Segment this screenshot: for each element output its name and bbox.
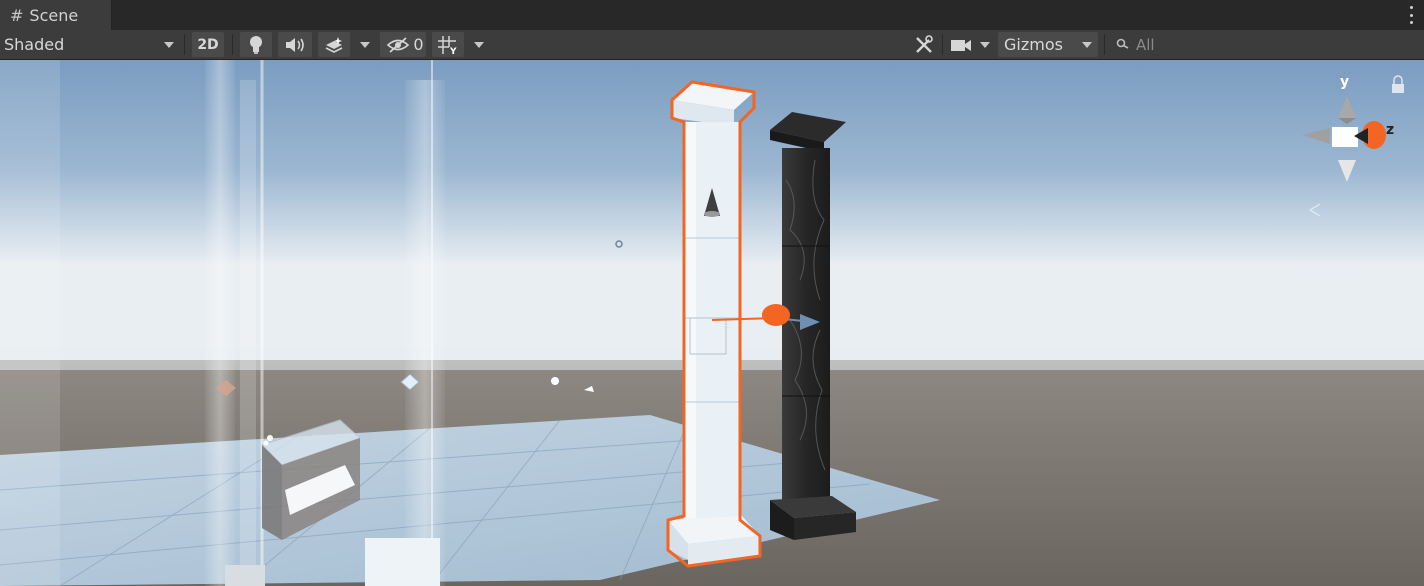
grid-icon: Y [438,35,457,55]
scene-toolbar: Shaded 2D 0 Y Gizmos All [0,30,1424,60]
grid-dropdown[interactable] [470,32,488,57]
camera-icon [951,39,971,51]
svg-text:Y: Y [449,47,457,55]
lightbulb-icon [250,35,262,54]
audio-toggle-button[interactable] [278,32,312,57]
toolbar-divider [942,34,943,55]
tab-scene-label: Scene [29,5,79,25]
more-options-icon[interactable] [1408,6,1414,24]
projection-toggle[interactable]: Persp [1308,262,1349,280]
chevron-down-icon [164,41,174,48]
grid-toggle-button[interactable]: Y [432,32,464,57]
gizmos-label: Gizmos [1004,35,1063,54]
pedestal [365,538,440,586]
tab-bar: # Scene [0,0,1424,31]
tools-toggle-button[interactable] [910,32,938,57]
draw-mode-label: Shaded [4,35,65,54]
toolbar-divider [184,34,185,55]
toolbar-divider [1104,34,1105,55]
toolbar-divider [232,34,233,55]
hidden-objects-button[interactable]: 0 [380,32,426,57]
hidden-eye-icon [387,36,410,53]
chevron-down-icon [980,41,990,48]
search-icon [1116,38,1129,49]
search-field[interactable]: All [1110,32,1410,57]
camera-button[interactable] [948,32,974,57]
gizmos-dropdown[interactable]: Gizmos [998,32,1098,57]
effects-layers-icon [325,36,343,53]
chevron-down-icon [1082,41,1092,48]
hidden-count: 0 [413,35,424,54]
camera-dropdown[interactable] [976,32,994,57]
chevron-down-icon [360,41,370,48]
search-placeholder: All [1136,35,1155,54]
scene-viewport[interactable]: y z Persp [0,60,1424,586]
gizmo-z-label: z [1386,122,1395,138]
chevron-down-icon [474,41,484,48]
effects-dropdown[interactable] [356,32,374,57]
hash-icon: # [10,5,24,25]
toggle-2d-label: 2D [197,36,219,53]
effects-toggle-button[interactable] [318,32,350,57]
toggle-2d-button[interactable]: 2D [192,32,224,57]
tab-scene[interactable]: # Scene [0,0,112,30]
lighting-toggle-button[interactable] [240,32,272,57]
scene-render [0,60,1424,586]
tools-icon [916,34,933,53]
draw-mode-dropdown[interactable]: Shaded [4,32,180,57]
speaker-icon [286,37,304,52]
gizmo-y-label: y [1340,74,1350,90]
